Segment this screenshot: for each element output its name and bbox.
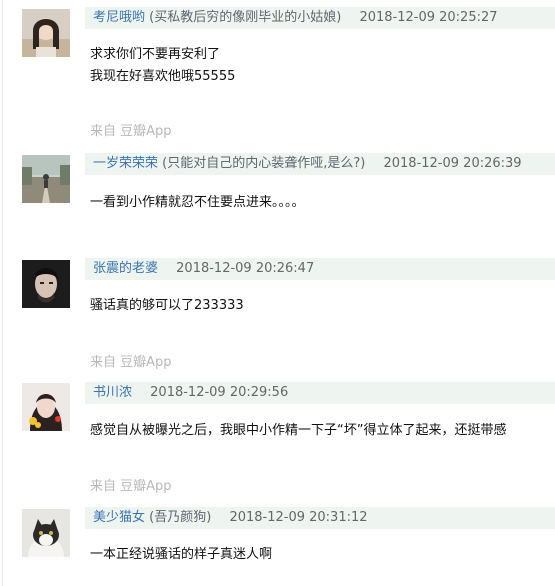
comment-text: 一本正经说骚话的样子真迷人啊 [90, 544, 272, 566]
timestamp: 2018-12-09 20:25:27 [359, 10, 498, 25]
user-signature: (吾乃颜狗) [149, 510, 212, 525]
via-app-link[interactable]: 豆瓣App [120, 479, 171, 494]
username-link[interactable]: 张震的老婆 [93, 261, 158, 276]
comment-line: 我现在好喜欢他哦55555 [90, 69, 236, 84]
username-link[interactable]: 一岁荣荣荣 [93, 156, 158, 171]
comment-text: 骚话真的够可以了233333 [90, 295, 244, 317]
via-app-link[interactable]: 豆瓣App [120, 355, 171, 370]
comment-meta: 考尼哦哟 (买私教后穷的像刚毕业的小姑娘) 2018-12-09 20:25:2… [85, 7, 555, 29]
avatar[interactable] [22, 9, 70, 57]
timestamp: 2018-12-09 20:26:47 [176, 261, 315, 276]
via-source: 来自 豆瓣App [90, 479, 172, 495]
comment-line: 一看到小作精就忍不住要点进来。。。。 [90, 195, 305, 210]
username-link[interactable]: 美少猫女 [93, 510, 145, 525]
avatar[interactable] [22, 260, 70, 308]
avatar[interactable] [22, 383, 70, 431]
comment-line: 求求你们不要再安利了 [90, 47, 221, 62]
username-link[interactable]: 书川浓 [93, 385, 132, 400]
timestamp: 2018-12-09 20:26:39 [383, 156, 522, 171]
comment-line: 感觉自从被曝光之后，我眼中小作精一下子“坏”得立体了起来，还挺带感 [90, 423, 507, 438]
via-source: 来自 豆瓣App [90, 355, 172, 371]
comment-meta: 书川浓 2018-12-09 20:29:56 [85, 382, 555, 404]
via-prefix: 来自 [90, 479, 117, 494]
via-prefix: 来自 [90, 124, 117, 139]
avatar[interactable] [22, 155, 70, 203]
comment-meta: 一岁荣荣荣 (只能对自己的内心装聋作哑,是么?) 2018-12-09 20:2… [85, 153, 555, 175]
via-app-link[interactable]: 豆瓣App [120, 124, 171, 139]
comment-line: 一本正经说骚话的样子真迷人啊 [90, 547, 273, 562]
via-source: 来自 豆瓣App [90, 124, 172, 140]
comment-text: 一看到小作精就忍不住要点进来。。。。 [90, 192, 305, 214]
username-link[interactable]: 考尼哦哟 [93, 10, 145, 25]
via-prefix: 来自 [90, 355, 117, 370]
comment-text: 求求你们不要再安利了 我现在好喜欢他哦55555 [90, 44, 235, 88]
comment-line: 骚话真的够可以了233333 [90, 298, 244, 313]
avatar[interactable] [22, 509, 70, 557]
comment-text: 感觉自从被曝光之后，我眼中小作精一下子“坏”得立体了起来，还挺带感 [90, 420, 506, 442]
comment-meta: 张震的老婆 2018-12-09 20:26:47 [85, 258, 555, 280]
left-border [2, 0, 3, 586]
timestamp: 2018-12-09 20:29:56 [150, 385, 289, 400]
timestamp: 2018-12-09 20:31:12 [229, 510, 368, 525]
user-signature: (只能对自己的内心装聋作哑,是么?) [162, 156, 366, 171]
comment-meta: 美少猫女 (吾乃颜狗) 2018-12-09 20:31:12 [85, 507, 555, 529]
user-signature: (买私教后穷的像刚毕业的小姑娘) [149, 10, 342, 25]
